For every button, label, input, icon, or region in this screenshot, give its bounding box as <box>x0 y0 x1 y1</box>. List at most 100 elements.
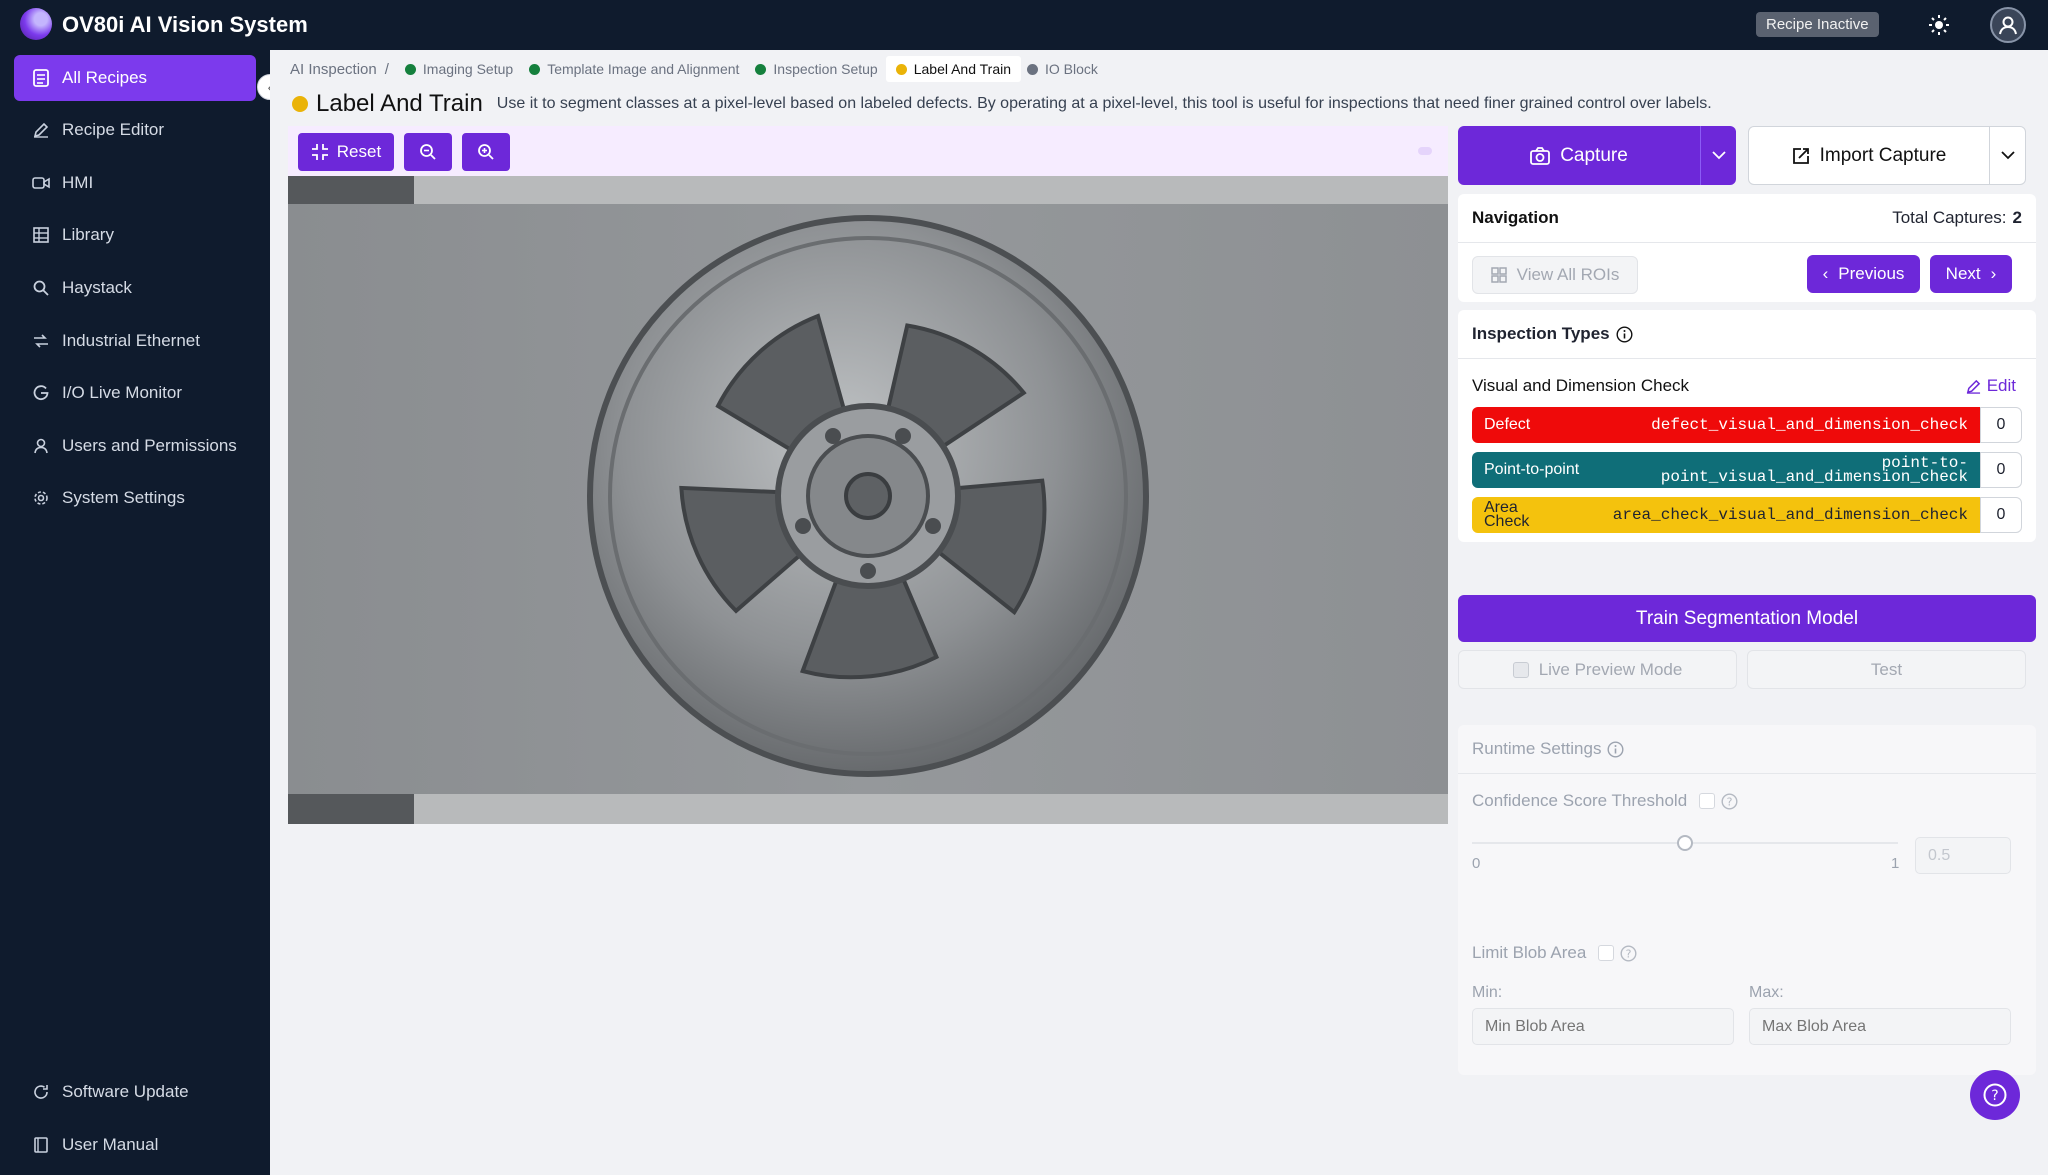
total-captures-label: Total Captures: <box>1892 208 2007 227</box>
help-icon[interactable]: ? <box>1620 944 1637 962</box>
step-label-and-train[interactable]: Label And Train <box>885 56 1022 82</box>
user-icon <box>1999 16 2017 35</box>
check-name: Visual and Dimension Check <box>1472 376 1690 395</box>
confidence-score-checkbox[interactable] <box>1699 793 1716 809</box>
sidebar-item-label: HMI <box>62 173 94 192</box>
eye-icon[interactable] <box>1418 147 1432 155</box>
user-avatar[interactable] <box>1990 7 2026 43</box>
test-button[interactable]: Test <box>1747 650 2026 689</box>
step-io-block[interactable]: IO Block <box>1027 56 1098 82</box>
step-template-image-alignment[interactable]: Template Image and Alignment <box>529 56 739 82</box>
sidebar-item-recipe-editor[interactable]: Recipe Editor <box>14 107 256 153</box>
step-inspection-setup[interactable]: Inspection Setup <box>755 56 878 82</box>
monitor-icon <box>32 384 50 402</box>
step-label: Inspection Setup <box>773 61 878 77</box>
confidence-score-label: Confidence Score Threshold <box>1472 791 1688 810</box>
inspection-type-point-to-point[interactable]: Point-to-point point-to-point_visual_and… <box>1472 452 2022 488</box>
zoom-out-icon <box>420 144 436 160</box>
edit-button[interactable]: Edit <box>1966 376 2016 396</box>
sidebar-item-label: Haystack <box>62 278 132 297</box>
sidebar-item-label: User Manual <box>62 1135 159 1154</box>
page-title: Label And Train <box>316 90 483 117</box>
import-dropdown-toggle[interactable] <box>1989 127 2025 184</box>
film-reel-image <box>288 176 1448 824</box>
min-label: Min: <box>1472 984 1503 1001</box>
image-toolbar: Reset <box>288 126 1448 176</box>
gear-icon <box>32 489 50 507</box>
step-imaging-setup[interactable]: Imaging Setup <box>404 56 514 82</box>
next-label: Next <box>1945 264 1981 283</box>
inspection-types-card: Inspection Types Visual and Dimension Ch… <box>1458 310 2036 542</box>
status-dot <box>292 96 308 112</box>
sidebar-item-system-settings[interactable]: System Settings <box>14 475 256 521</box>
navigation-title: Navigation <box>1472 208 1559 227</box>
confidence-value-input[interactable]: 0.5 <box>1915 837 2011 874</box>
capture-button[interactable]: Capture <box>1458 126 1736 185</box>
type-name: Defect <box>1484 416 1531 433</box>
divider <box>1458 773 2036 774</box>
import-capture-label: Import Capture <box>1819 144 1947 166</box>
confidence-score-row: Confidence Score Threshold ? <box>1472 791 1738 811</box>
slider-min-label: 0 <box>1472 855 1481 872</box>
status-dot <box>404 63 416 75</box>
app-title: OV80i AI Vision System <box>62 12 308 37</box>
limit-blob-label: Limit Blob Area <box>1472 943 1587 962</box>
step-label: Label And Train <box>913 61 1012 77</box>
capture-image-canvas[interactable] <box>288 176 1448 824</box>
capture-dropdown-toggle[interactable] <box>1700 126 1736 185</box>
reset-button[interactable]: Reset <box>298 133 394 171</box>
inspection-types-header: Inspection Types <box>1472 324 1633 344</box>
help-icon[interactable]: ? <box>1721 792 1738 810</box>
sidebar-item-users-and-permissions[interactable]: Users and Permissions <box>14 423 256 469</box>
type-tag: Defect defect_visual_and_dimension_check <box>1472 407 1980 443</box>
grid-icon <box>32 226 50 244</box>
inspection-type-area-check[interactable]: Area Check area_check_visual_and_dimensi… <box>1472 497 2022 533</box>
train-segmentation-model-button[interactable]: Train Segmentation Model <box>1458 595 2036 642</box>
book-icon <box>32 1136 50 1154</box>
sidebar-item-io-live-monitor[interactable]: I/O Live Monitor <box>14 370 256 416</box>
confidence-slider-handle[interactable] <box>1677 835 1693 851</box>
sidebar-item-haystack[interactable]: Haystack <box>14 265 256 311</box>
help-button[interactable]: ? <box>1970 1070 2020 1120</box>
import-capture-button[interactable]: Import Capture <box>1748 126 2026 185</box>
sidebar-item-all-recipes[interactable]: All Recipes <box>14 55 256 101</box>
breadcrumb-separator: / <box>384 60 389 78</box>
svg-text:?: ? <box>1727 795 1733 808</box>
app-logo <box>20 8 52 40</box>
navigation-card: Navigation Total Captures: 2 View All RO… <box>1458 194 2036 302</box>
min-blob-area-input[interactable] <box>1472 1008 1734 1045</box>
sidebar-item-industrial-ethernet[interactable]: Industrial Ethernet <box>14 318 256 364</box>
info-icon[interactable] <box>1616 325 1633 343</box>
max-label: Max: <box>1749 984 1784 1001</box>
sidebar-item-hmi[interactable]: HMI <box>14 160 256 206</box>
network-icon <box>32 332 50 350</box>
limit-blob-checkbox[interactable] <box>1598 945 1615 961</box>
runtime-settings-header: Runtime Settings <box>1472 739 1624 759</box>
info-icon[interactable] <box>1607 740 1624 758</box>
step-label: Template Image and Alignment <box>547 61 740 77</box>
zoom-out-button[interactable] <box>404 133 452 171</box>
status-dot <box>1027 63 1039 75</box>
grid-icon <box>1490 267 1507 283</box>
previous-button[interactable]: ‹ Previous <box>1807 255 1920 293</box>
step-label: Imaging Setup <box>422 61 514 77</box>
inspection-type-defect[interactable]: Defect defect_visual_and_dimension_check… <box>1472 407 2022 443</box>
theme-toggle-button[interactable] <box>1922 11 1956 39</box>
max-blob-area-input[interactable] <box>1749 1008 2011 1045</box>
breadcrumb-root[interactable]: AI Inspection <box>290 61 377 78</box>
page-description: Use it to segment classes at a pixel-lev… <box>496 95 1712 112</box>
sidebar-item-software-update[interactable]: Software Update <box>14 1069 256 1115</box>
zoom-in-button[interactable] <box>462 133 510 171</box>
sidebar-item-library[interactable]: Library <box>14 212 256 258</box>
view-all-rois-button[interactable]: View All ROIs <box>1472 256 1638 294</box>
next-button[interactable]: Next › <box>1930 255 2012 293</box>
reset-view-icon <box>311 144 328 160</box>
sidebar-item-user-manual[interactable]: User Manual <box>14 1122 256 1168</box>
live-preview-checkbox[interactable] <box>1512 661 1529 678</box>
type-code: area_check_visual_and_dimension_check <box>1612 506 1968 524</box>
type-tag: Area Check area_check_visual_and_dimensi… <box>1472 497 1980 533</box>
chevron-right-icon: › <box>1990 264 1997 283</box>
zoom-in-icon <box>478 144 494 160</box>
live-preview-mode-toggle[interactable]: Live Preview Mode <box>1458 650 1737 689</box>
type-name: Point-to-point <box>1484 461 1580 478</box>
